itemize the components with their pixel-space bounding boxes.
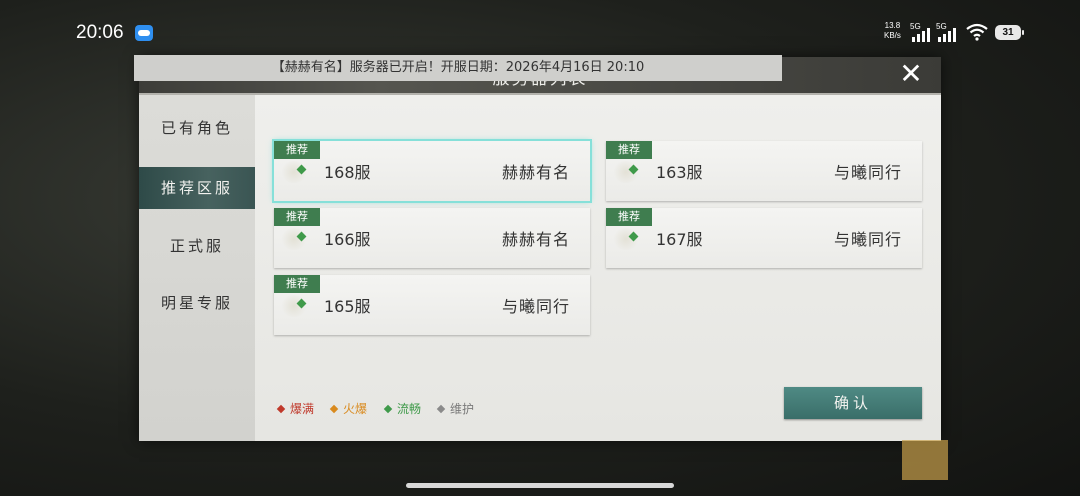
confirm-button[interactable]: 确认	[784, 387, 922, 419]
clock: 20:06	[76, 22, 124, 43]
legend-item-hot: 火爆	[329, 400, 368, 417]
network-speed-unit: KB/s	[884, 31, 901, 40]
server-owner: 赫赫有名	[501, 230, 570, 249]
server-category-sidebar: 已有角色 推荐区服 正式服 明星专服	[139, 95, 255, 441]
weather-cloud-icon	[135, 25, 153, 41]
server-owner: 赫赫有名	[501, 163, 570, 182]
recommended-badge: 推荐	[274, 275, 320, 293]
server-card-165[interactable]: 推荐 165服 与曦同行	[274, 275, 590, 335]
server-card-163[interactable]: 推荐 163服 与曦同行	[606, 141, 922, 201]
legend-item-maintenance: 维护	[436, 400, 475, 417]
status-full-icon	[276, 404, 286, 414]
home-indicator[interactable]	[406, 483, 674, 488]
wifi-icon	[966, 23, 988, 41]
legend-item-smooth: 流畅	[383, 400, 422, 417]
server-name: 166服	[324, 230, 371, 249]
server-card-168[interactable]: 推荐 168服 赫赫有名	[272, 139, 592, 203]
server-owner: 与曦同行	[501, 297, 570, 316]
status-maintenance-icon	[436, 404, 446, 414]
recommended-badge: 推荐	[274, 208, 320, 226]
sim1-network-type: 5G	[910, 22, 921, 31]
server-owner: 与曦同行	[833, 163, 902, 182]
sidebar-item-existing-characters[interactable]: 已有角色	[139, 107, 255, 149]
status-bar: 20:06 13.8 KB/s 5G 5G 31	[0, 0, 1080, 60]
signal-sim2-icon: 5G	[936, 22, 962, 42]
server-name: 167服	[656, 230, 703, 249]
background-decoration	[902, 440, 948, 480]
legend-item-full: 爆满	[276, 400, 315, 417]
legend-label: 维护	[450, 402, 475, 416]
status-smooth-icon	[383, 404, 393, 414]
server-name: 163服	[656, 163, 703, 182]
legend-label: 流畅	[397, 402, 422, 416]
network-speed-value: 13.8	[884, 21, 901, 30]
sim2-network-type: 5G	[936, 22, 947, 31]
recommended-badge: 推荐	[606, 208, 652, 226]
sidebar-item-official[interactable]: 正式服	[139, 225, 255, 267]
server-name: 168服	[324, 163, 371, 182]
status-hot-icon	[329, 404, 339, 414]
sidebar-item-recommended[interactable]: 推荐区服	[139, 167, 255, 209]
server-name: 165服	[324, 297, 371, 316]
legend-label: 爆满	[290, 402, 315, 416]
server-card-167[interactable]: 推荐 167服 与曦同行	[606, 208, 922, 268]
recommended-badge: 推荐	[274, 141, 320, 159]
legend-label: 火爆	[343, 402, 368, 416]
server-owner: 与曦同行	[833, 230, 902, 249]
server-card-166[interactable]: 推荐 166服 赫赫有名	[274, 208, 590, 268]
sidebar-item-star[interactable]: 明星专服	[139, 282, 255, 324]
server-open-notice: 【赫赫有名】服务器已开启！开服日期：2026年4月16日 20:10	[134, 55, 782, 81]
battery-icon: 31	[995, 25, 1024, 40]
close-icon[interactable]: ✕	[897, 60, 925, 88]
signal-sim1-icon: 5G	[910, 22, 936, 42]
network-speed: 13.8 KB/s	[884, 21, 901, 41]
recommended-badge: 推荐	[606, 141, 652, 159]
